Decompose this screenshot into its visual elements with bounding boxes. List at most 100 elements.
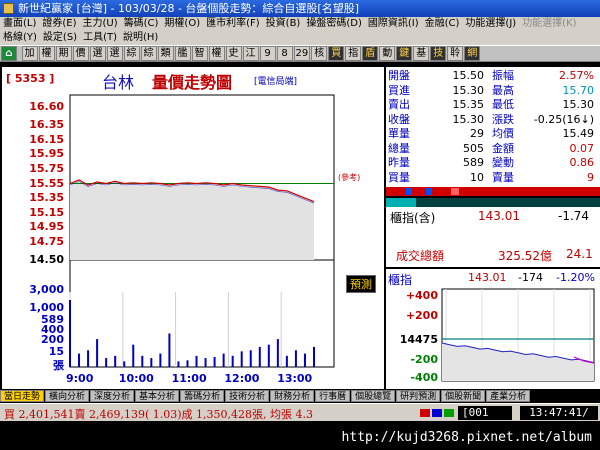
quote-label: 買量: [388, 170, 410, 184]
menu-item[interactable]: 功能選擇(K): [519, 17, 579, 31]
quote-value: 9: [587, 170, 594, 184]
tab-4[interactable]: 籌碼分析: [180, 390, 225, 402]
menu-item[interactable]: 操盤密碼(D): [303, 17, 365, 31]
mini-tick: +200: [406, 309, 439, 322]
toolbar-button[interactable]: 權: [38, 46, 55, 61]
menu-item[interactable]: 功能選擇(J): [462, 17, 519, 31]
tab-6[interactable]: 財務分析: [270, 390, 315, 402]
time-tick: 9:00: [66, 372, 94, 385]
tab-0[interactable]: 當日走勢: [0, 390, 45, 402]
toolbar-button[interactable]: 選: [89, 46, 106, 61]
volume-bar: [69, 300, 71, 367]
quote-value: 15.30: [452, 112, 485, 126]
volume-bar: [132, 344, 135, 367]
tab-2[interactable]: 深度分析: [90, 390, 135, 402]
volume-bar: [258, 346, 261, 367]
toolbar-button[interactable]: 9: [259, 46, 276, 61]
quote-row: 買量 10 賣量 9: [386, 171, 600, 185]
tab-10[interactable]: 個股新聞: [441, 390, 486, 402]
toolbar-button[interactable]: 動: [379, 46, 396, 61]
toolbar-button[interactable]: 核: [311, 46, 328, 61]
home-icon[interactable]: ⌂: [1, 46, 17, 61]
toolbar-button[interactable]: 權: [208, 46, 225, 61]
tab-7[interactable]: 行事曆: [315, 390, 351, 402]
toolbar-button[interactable]: 期: [55, 46, 72, 61]
toolbar-button[interactable]: 江: [242, 46, 259, 61]
menu-item[interactable]: 證券(E): [39, 17, 79, 31]
toolbar-button[interactable]: 選: [106, 46, 123, 61]
menu-item[interactable]: 匯市利率(F): [203, 17, 263, 31]
quote-label: 振幅: [492, 69, 514, 82]
quote-label: 漲跌: [492, 112, 514, 126]
toolbar-button[interactable]: 鍵: [396, 46, 413, 61]
volume-bar: [186, 360, 189, 367]
volume-tick: 3,000: [29, 283, 64, 296]
volume-bar: [168, 333, 171, 367]
menu-item[interactable]: 投資(B): [263, 17, 304, 31]
toolbar-button[interactable]: 盾: [362, 46, 379, 61]
toolbar-button[interactable]: 29: [293, 46, 311, 61]
time-tick: 12:00: [224, 372, 260, 385]
price-tick: 16.15: [29, 132, 64, 146]
mini-change: -174: [518, 271, 543, 284]
window-title-bar: 新世紀贏家 [台灣] - 103/03/28 - 台盤個股走勢：綜合自選股[名望…: [0, 0, 600, 17]
quote-label: 賣出: [388, 98, 410, 111]
toolbar-button[interactable]: 綜: [140, 46, 157, 61]
code-input[interactable]: [001: [458, 406, 512, 420]
menu-item[interactable]: 說明(H): [120, 31, 161, 45]
quote-value: 15.35: [452, 98, 485, 111]
index-mini-chart: 櫃指 143.01 -174 -1.20% +400 +200 14475 -200-…: [386, 267, 600, 389]
quote-label: 買進: [388, 83, 410, 97]
predict-button[interactable]: 預測: [346, 275, 376, 293]
toolbar-button[interactable]: 聆: [447, 46, 464, 61]
toolbar-button[interactable]: 加: [21, 46, 38, 61]
toolbar-button[interactable]: 技: [430, 46, 447, 61]
volume-bar: [303, 353, 306, 367]
volume-bar: [123, 361, 126, 367]
volume-bar: [294, 350, 297, 367]
menu-item[interactable]: 主力(U): [80, 17, 121, 31]
toolbar-button[interactable]: 基: [413, 46, 430, 61]
tab-1[interactable]: 橫向分析: [45, 390, 90, 402]
time-tick: 11:00: [171, 372, 207, 385]
menu-item[interactable]: 畫面(L): [0, 17, 39, 31]
volume-bar: [87, 350, 90, 367]
toolbar-button[interactable]: 智: [191, 46, 208, 61]
volume-bar: [240, 351, 243, 367]
tab-11[interactable]: 產業分析: [486, 390, 531, 402]
menu-item[interactable]: 工具(T): [80, 31, 120, 45]
toolbar-button[interactable]: 價: [72, 46, 89, 61]
toolbar-button[interactable]: 8: [276, 46, 293, 61]
quote-value: 10: [470, 170, 484, 184]
mini-tick: 14475: [400, 333, 438, 346]
menu-item[interactable]: 籌碼(C): [121, 17, 162, 31]
toolbar-button[interactable]: 類: [157, 46, 174, 61]
toolbar-button[interactable]: 艦: [174, 46, 191, 61]
tab-3[interactable]: 基本分析: [135, 390, 180, 402]
volume-bar: [195, 355, 198, 367]
toolbar-button[interactable]: 綜: [123, 46, 140, 61]
toolbar-button[interactable]: 網: [464, 46, 481, 61]
tab-9[interactable]: 研判預測: [396, 390, 441, 402]
menu-item[interactable]: 國際資訊(I): [365, 17, 422, 31]
turnover-right: 24.1: [566, 247, 593, 261]
menu-item[interactable]: 金融(C): [422, 17, 463, 31]
volume-bar: [96, 339, 99, 367]
toolbar-button[interactable]: 史: [225, 46, 242, 61]
toolbar-button[interactable]: 買: [328, 46, 345, 61]
mini-chart-svg: +400 +200 14475 -200 -400: [400, 288, 595, 384]
volume-bar: [267, 344, 270, 367]
tab-5[interactable]: 技術分析: [225, 390, 270, 402]
price-area: [70, 179, 314, 260]
menu-item[interactable]: 格線(Y): [0, 31, 40, 45]
menu-item[interactable]: 期權(O): [161, 17, 203, 31]
tab-8[interactable]: 個股總覽: [351, 390, 396, 402]
toolbar-button[interactable]: 指: [345, 46, 362, 61]
menu-item[interactable]: 設定(S): [40, 31, 80, 45]
window-title: 新世紀贏家 [台灣] - 103/03/28 - 台盤個股走勢：綜合自選股[名望…: [18, 2, 359, 15]
quote-label: 昨量: [388, 156, 410, 169]
volume-bar: [105, 358, 108, 367]
trade-summary: 買 2,401,541賣 2,469,139( 1.03)成 1,350,428…: [4, 408, 313, 421]
volume-tick: 張: [53, 359, 64, 372]
quote-value: 0.86: [569, 156, 595, 169]
